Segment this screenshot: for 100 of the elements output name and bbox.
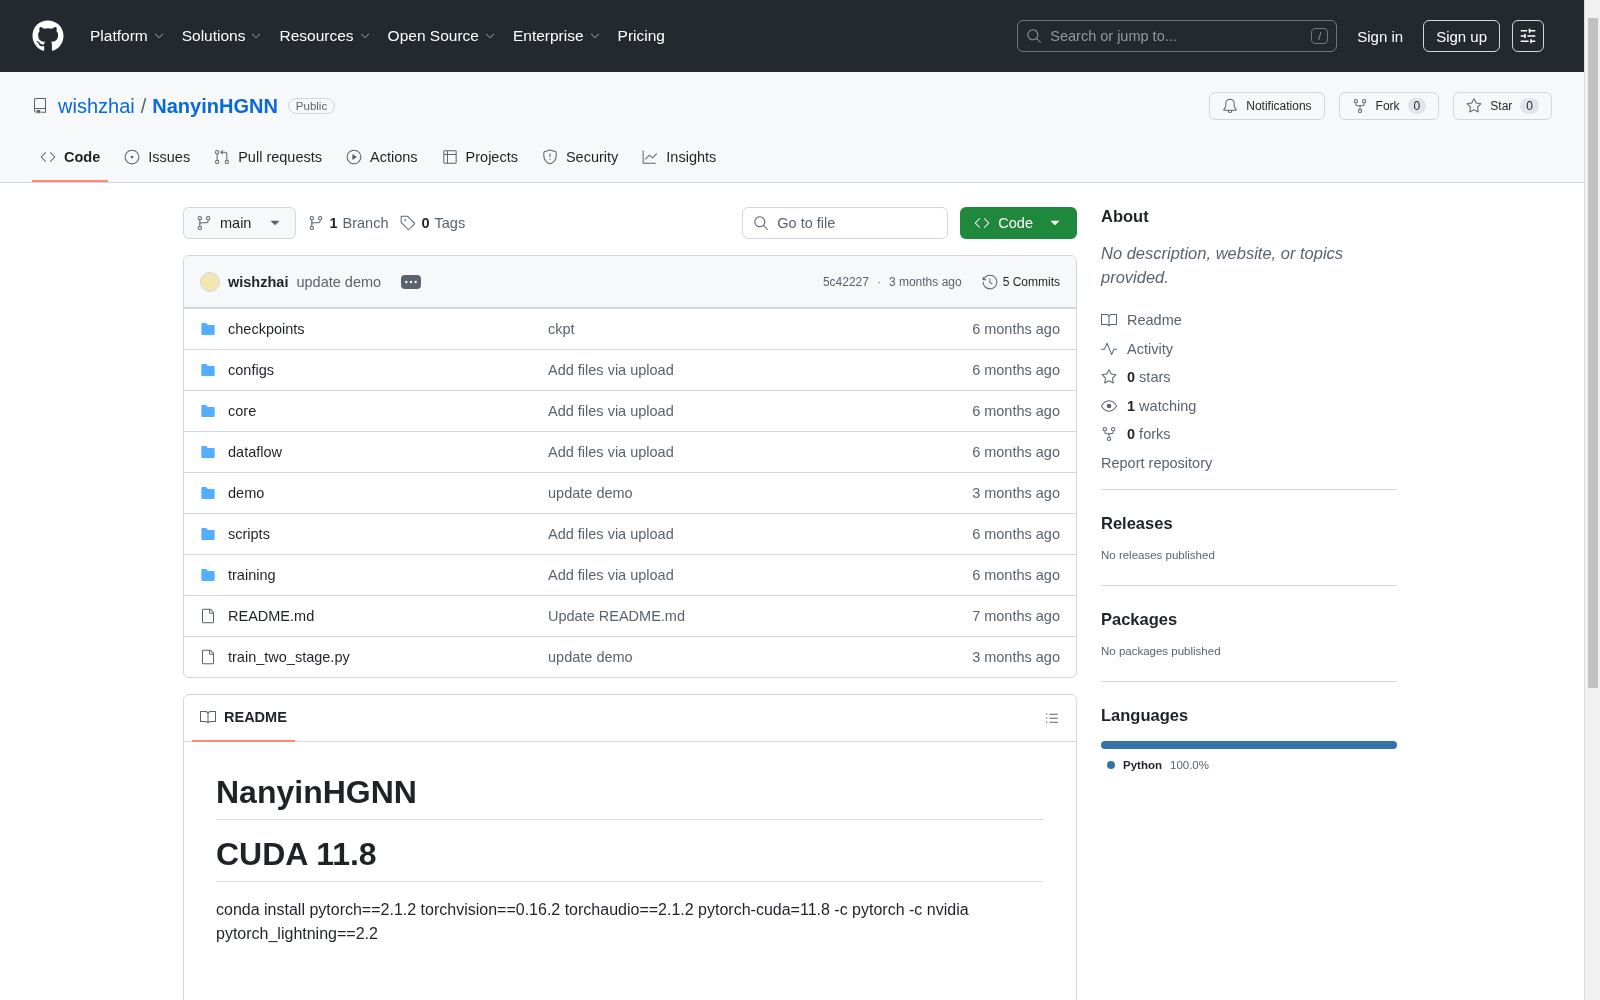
language-percent: 100.0% <box>1170 758 1209 771</box>
path-separator: / <box>140 94 147 118</box>
folder-icon <box>200 321 216 337</box>
pulse-icon <box>1101 340 1117 357</box>
nav-menu-item[interactable]: Pricing <box>611 21 671 51</box>
settings-button[interactable] <box>1512 20 1544 52</box>
field-placeholder: Go to file <box>777 215 836 231</box>
eye-icon <box>1101 397 1117 414</box>
repo-name-link[interactable]: NanyinHGNN <box>152 94 278 118</box>
folder-icon <box>200 403 216 419</box>
folder-icon <box>200 362 216 378</box>
sign-in-link[interactable]: Sign in <box>1341 27 1420 45</box>
play-icon <box>346 149 362 165</box>
commit-message-link[interactable]: Add files via upload <box>548 362 973 378</box>
readme-tab[interactable]: README <box>192 694 295 742</box>
commit-message-link[interactable]: ckpt <box>548 321 973 337</box>
commit-message-link[interactable]: Add files via upload <box>548 567 973 583</box>
scrollbar-thumb[interactable] <box>1587 18 1598 688</box>
nav-menu-item[interactable]: Platform <box>84 21 172 51</box>
file-name-link[interactable]: README.md <box>228 608 548 624</box>
fork-button[interactable]: Fork 0 <box>1338 92 1440 120</box>
sidebar-link[interactable]: Activity <box>1101 334 1397 363</box>
notifications-button[interactable]: Notifications <box>1209 92 1325 120</box>
file-name-link[interactable]: configs <box>228 362 548 378</box>
about-description: No description, website, or topics provided. <box>1101 243 1345 288</box>
commit-message-link[interactable]: Add files via upload <box>548 403 973 419</box>
folder-icon <box>200 567 216 583</box>
folder-icon <box>200 526 216 542</box>
code-button[interactable]: Code <box>960 207 1077 239</box>
commit-message-link[interactable]: Update README.md <box>548 608 973 624</box>
commits-link[interactable]: 5 Commits <box>981 273 1060 290</box>
nav-menu-item[interactable]: Resources <box>273 21 378 51</box>
history-icon <box>981 273 998 290</box>
file-name-link[interactable]: train_two_stage.py <box>228 649 548 665</box>
sidebar-link[interactable]: 0 forks <box>1101 419 1397 449</box>
repo-tab[interactable]: Security <box>533 134 627 182</box>
branch-button[interactable]: main <box>183 207 297 239</box>
commit-time: 6 months ago <box>972 526 1060 542</box>
shortcut-key: / <box>1311 28 1329 44</box>
commit-message[interactable]: update demo <box>296 273 382 290</box>
owner-link[interactable]: wishzhai <box>58 94 135 118</box>
branches-link[interactable]: 1 Branch <box>308 215 389 231</box>
nav-menu-item[interactable]: Open Source <box>381 21 503 51</box>
commit-time: 6 months ago <box>972 321 1060 337</box>
search-icon <box>753 215 770 231</box>
repo-tab[interactable]: Actions <box>338 134 426 182</box>
commit-hash[interactable]: 5c42227 <box>822 274 869 289</box>
file-name-link[interactable]: core <box>228 403 548 419</box>
star-icon <box>1101 369 1117 386</box>
language-name[interactable]: Python <box>1123 758 1162 771</box>
file-name-link[interactable]: training <box>228 567 548 583</box>
star-icon <box>1466 98 1483 114</box>
search-field[interactable]: Search or jump to... / <box>1017 20 1338 52</box>
file-name-link[interactable]: scripts <box>228 526 548 542</box>
tags-link[interactable]: 0 Tags <box>400 215 466 231</box>
commit-time: 6 months ago <box>972 403 1060 419</box>
commit-author[interactable]: wishzhai <box>228 273 289 290</box>
file-icon <box>200 649 216 665</box>
tag-icon <box>400 215 417 231</box>
commit-time: 6 months ago <box>972 567 1060 583</box>
file-name-link[interactable]: checkpoints <box>228 321 548 337</box>
ellipsis-button[interactable] <box>401 274 422 289</box>
counter: 0 <box>1520 98 1539 114</box>
repo-tab[interactable]: Pull requests <box>206 134 330 182</box>
repo-tab[interactable]: Projects <box>433 134 526 182</box>
star-button[interactable]: Star 0 <box>1453 92 1552 120</box>
readme-heading: NanyinHGNN <box>216 774 1044 820</box>
commit-message-link[interactable]: Add files via upload <box>548 444 973 460</box>
branch-icon <box>308 215 325 231</box>
report-link[interactable]: Report repository <box>1101 448 1397 477</box>
file-icon <box>200 608 216 624</box>
bell-icon <box>1222 98 1239 114</box>
file-name-link[interactable]: dataflow <box>228 444 548 460</box>
settings-icon <box>1519 27 1537 45</box>
sidebar-link[interactable]: 1 watching <box>1101 391 1397 420</box>
fork-icon <box>1101 426 1117 443</box>
search-placeholder: Search or jump to... <box>1050 28 1177 44</box>
nav-menu-item[interactable]: Enterprise <box>506 21 608 51</box>
outline-icon[interactable] <box>1044 710 1060 726</box>
packages-note: No packages published <box>1101 644 1222 657</box>
commit-message-link[interactable]: update demo <box>548 485 973 501</box>
commit-time: 3 months ago <box>888 274 962 289</box>
sidebar-link[interactable]: Readme <box>1101 305 1397 335</box>
releases-heading[interactable]: Releases <box>1101 513 1397 533</box>
repo-tab[interactable]: Code <box>32 134 109 182</box>
sidebar-link[interactable]: 0 stars <box>1101 362 1397 392</box>
go-to-file-field[interactable]: Go to file <box>742 207 949 239</box>
fork-icon <box>1351 98 1368 114</box>
sign-up-button[interactable]: Sign up <box>1423 20 1500 52</box>
repo-tab[interactable]: Issues <box>116 134 199 182</box>
nav-menu-item[interactable]: Solutions <box>175 21 270 51</box>
commit-message-link[interactable]: Add files via upload <box>548 526 973 542</box>
shield-icon <box>541 149 558 165</box>
about-heading: About <box>1101 207 1150 226</box>
github-logo[interactable] <box>32 20 64 52</box>
graph-icon <box>642 149 659 165</box>
file-name-link[interactable]: demo <box>228 485 548 501</box>
repo-tab[interactable]: Insights <box>634 134 725 182</box>
packages-heading[interactable]: Packages <box>1101 609 1397 629</box>
commit-message-link[interactable]: update demo <box>548 649 973 665</box>
